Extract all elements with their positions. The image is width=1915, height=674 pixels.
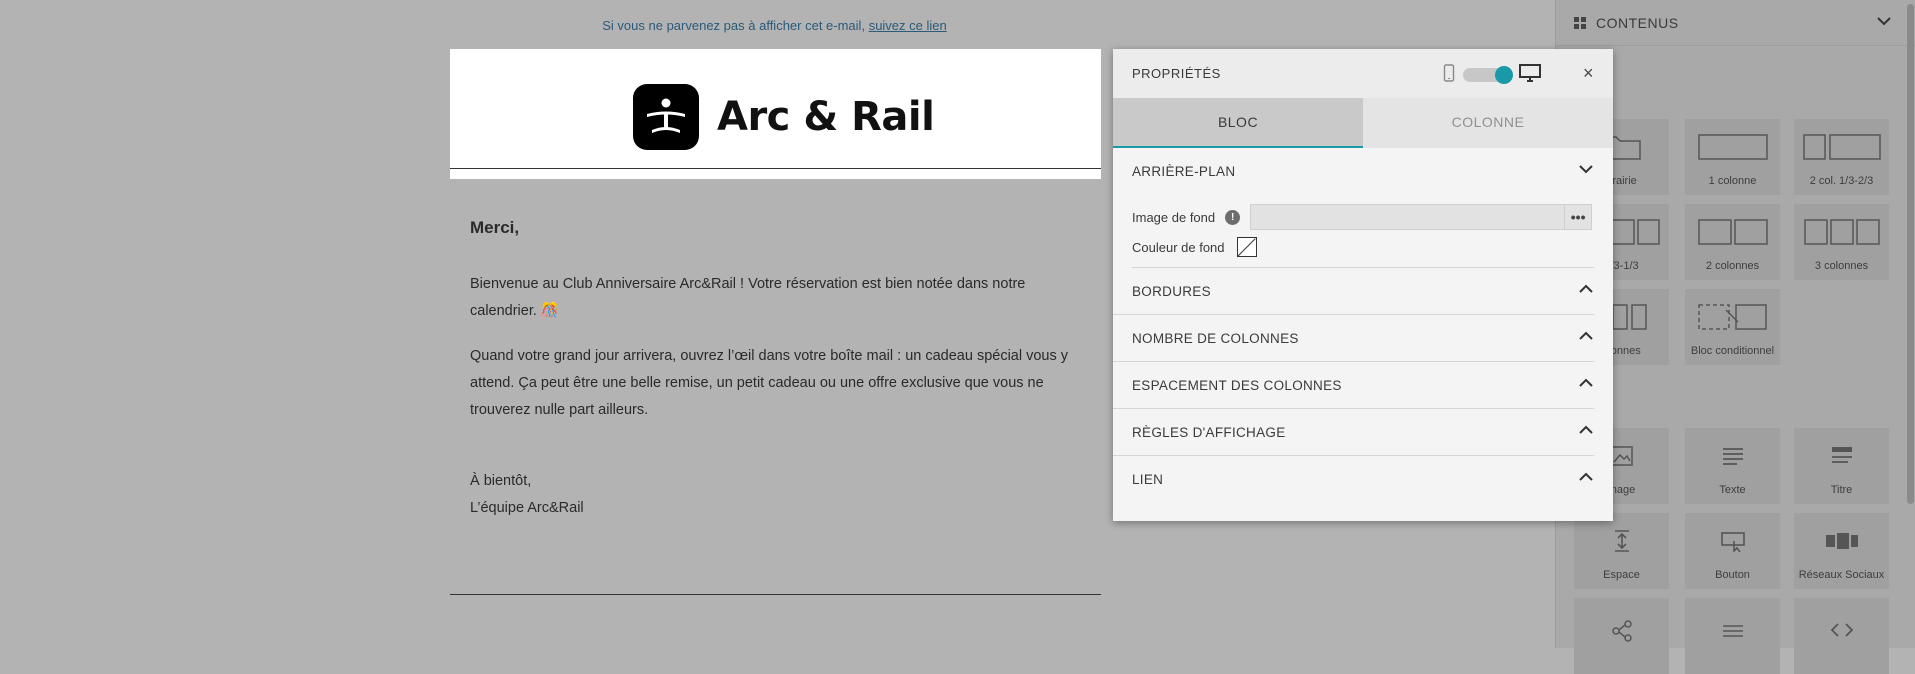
two-column-uneven-icon (1802, 119, 1881, 175)
chevron-up-icon (1578, 471, 1594, 486)
structure-tile-bloc-conditionnel[interactable]: Bloc conditionnel (1685, 289, 1780, 365)
structure-tile-1-colonne[interactable]: 1 colonne (1685, 119, 1780, 195)
structure-tile-3-colonnes[interactable]: 3 colonnes (1794, 204, 1889, 280)
info-icon[interactable]: ! (1225, 209, 1241, 225)
section-espacement-des-colonnes[interactable]: ESPACEMENT DES COLONNES (1113, 362, 1594, 409)
contents-panel-header[interactable]: CONTENUS (1556, 0, 1915, 46)
email-view-online-note: Si vous ne parvenez pas à afficher cet e… (0, 18, 1549, 33)
tile-label: Réseaux Sociaux (1798, 569, 1885, 581)
section-bordures[interactable]: BORDURES (1113, 268, 1594, 315)
divider-icon (1721, 598, 1745, 666)
desktop-icon[interactable] (1519, 64, 1541, 85)
section-lien[interactable]: LIEN (1113, 456, 1594, 502)
content-tile-texte[interactable]: Texte (1685, 428, 1780, 504)
chevron-up-icon (1578, 330, 1594, 345)
two-column-icon (1697, 204, 1768, 260)
tile-label: 2 col. 1/3-2/3 (1809, 175, 1874, 187)
tile-label: Bouton (1715, 569, 1750, 581)
mobile-icon[interactable] (1443, 64, 1455, 85)
bg-image-input[interactable] (1250, 204, 1566, 230)
brand-logo-icon (633, 84, 699, 150)
device-preview-switch (1443, 64, 1541, 85)
content-tile-separateur[interactable] (1685, 598, 1780, 674)
code-icon (1830, 598, 1854, 666)
section-nombre-de-colonnes[interactable]: NOMBRE DE COLONNES (1113, 315, 1594, 362)
tab-bloc[interactable]: BLOC (1113, 98, 1363, 148)
background-image-row: Image de fond ! ••• (1113, 202, 1613, 232)
footer-divider (450, 594, 1101, 595)
tile-label: Titre (1830, 484, 1853, 496)
spacer-icon (1612, 513, 1632, 569)
title-icon (1830, 428, 1854, 484)
view-online-link[interactable]: suivez ce lien (869, 18, 947, 33)
view-online-text: Si vous ne parvenez pas à afficher cet e… (602, 18, 866, 33)
header-divider (450, 168, 1101, 169)
bg-image-browse-button[interactable]: ••• (1565, 204, 1593, 230)
properties-dialog-title: PROPRIÉTÉS (1132, 66, 1221, 81)
close-icon[interactable]: × (1583, 63, 1594, 84)
chevron-up-icon (1578, 424, 1594, 439)
share-icon (1611, 598, 1633, 666)
toggle-knob (1495, 65, 1513, 84)
section-label: NOMBRE DE COLONNES (1132, 330, 1299, 346)
section-label: RÈGLES D'AFFICHAGE (1132, 424, 1286, 440)
tile-label: Texte (1719, 484, 1746, 496)
properties-tabs: BLOC COLONNE (1113, 98, 1613, 148)
chevron-down-icon (1578, 163, 1594, 178)
chevron-up-icon (1578, 377, 1594, 392)
chevron-down-icon[interactable] (1876, 14, 1892, 30)
social-icon (1825, 513, 1859, 569)
tile-label: Bloc conditionnel (1690, 345, 1775, 357)
tile-label: 3 colonnes (1814, 260, 1869, 272)
signature-text: L’équipe Arc&Rail (470, 500, 584, 516)
email-body-block[interactable]: Merci, Bienvenue au Club Anniversaire Ar… (470, 210, 1080, 522)
chevron-up-icon (1578, 283, 1594, 298)
bg-image-label: Image de fond (1132, 209, 1216, 225)
properties-dialog-header: PROPRIÉTÉS × (1113, 49, 1613, 98)
bg-color-swatch[interactable] (1236, 237, 1257, 257)
tab-colonne[interactable]: COLONNE (1363, 98, 1613, 148)
background-color-row: Couleur de fond (1113, 232, 1613, 262)
brand-logo: Arc & Rail (633, 84, 935, 150)
contents-scrollbar[interactable] (1907, 4, 1914, 504)
conditional-block-icon (1697, 289, 1768, 345)
body-paragraph-1: Bienvenue au Club Anniversaire Arc&Rail … (470, 276, 1026, 319)
section-label: BORDURES (1132, 283, 1211, 299)
three-column-icon (1803, 204, 1880, 260)
section-label: LIEN (1132, 471, 1164, 487)
device-toggle[interactable] (1463, 65, 1513, 84)
grid-icon (1574, 16, 1586, 29)
tile-label: 2 colonnes (1705, 260, 1760, 272)
section-label: ARRIÈRE-PLAN (1132, 163, 1236, 179)
brand-name: Arc & Rail (717, 94, 935, 140)
structure-tile-2-colonnes[interactable]: 2 colonnes (1685, 204, 1780, 280)
content-tile-html[interactable] (1794, 598, 1889, 674)
content-tile-partage[interactable] (1574, 598, 1669, 674)
section-regles-d-affichage[interactable]: RÈGLES D'AFFICHAGE (1113, 409, 1594, 456)
bg-color-label: Couleur de fond (1132, 239, 1225, 255)
greeting-heading: Merci, (470, 218, 520, 237)
section-label: ESPACEMENT DES COLONNES (1132, 377, 1342, 393)
contents-panel-title: CONTENUS (1596, 14, 1679, 31)
structure-tile-2col-1-3-2-3[interactable]: 2 col. 1/3-2/3 (1794, 119, 1889, 195)
properties-dialog: PROPRIÉTÉS × BLOC COLONNE ARRIÈRE-PLAN I… (1113, 49, 1613, 521)
body-paragraph-2: Quand votre grand jour arrivera, ouvrez … (470, 348, 1069, 418)
content-tile-bouton[interactable]: Bouton (1685, 513, 1780, 589)
image-icon (1610, 428, 1634, 484)
one-column-icon (1697, 119, 1768, 175)
button-icon (1720, 513, 1746, 569)
signoff-text: À bientôt, (470, 473, 532, 489)
tile-label: 1 colonne (1708, 175, 1757, 187)
content-tile-espace[interactable]: Espace (1574, 513, 1669, 589)
content-tile-titre[interactable]: Titre (1794, 428, 1889, 504)
tile-label: Espace (1603, 569, 1640, 581)
section-arriere-plan[interactable]: ARRIÈRE-PLAN (1113, 148, 1594, 194)
email-header-block[interactable]: Arc & Rail (450, 49, 1101, 179)
text-icon (1721, 428, 1745, 484)
content-tile-reseaux-sociaux[interactable]: Réseaux Sociaux (1794, 513, 1889, 589)
